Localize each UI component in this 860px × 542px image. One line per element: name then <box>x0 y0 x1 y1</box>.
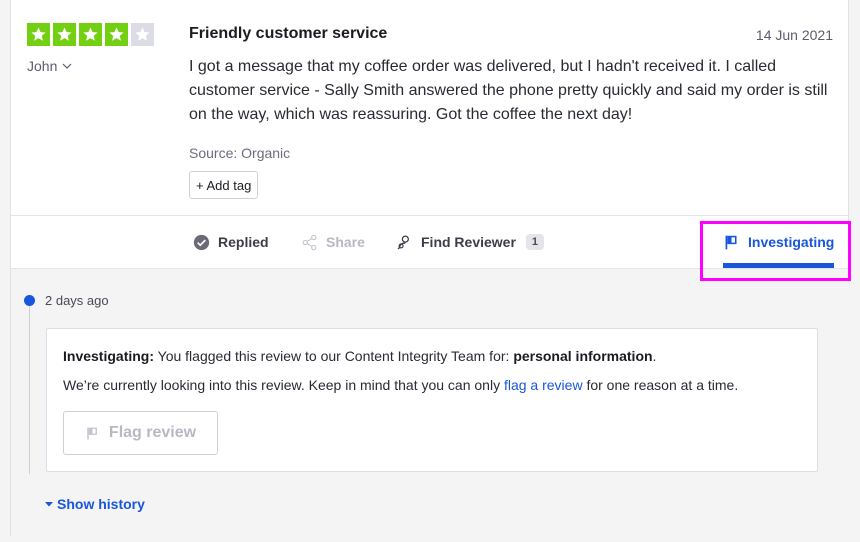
investigating-tab[interactable]: Investigating <box>723 216 834 268</box>
find-reviewer-button[interactable]: Find Reviewer 1 <box>396 216 545 268</box>
review-title: Friendly customer service <box>189 25 388 42</box>
notice-text: You flagged this review to our Content I… <box>157 348 510 364</box>
review-source: Source: Organic <box>189 145 291 161</box>
share-label: Share <box>326 234 365 250</box>
author-menu[interactable]: John <box>27 58 72 74</box>
review-body: I got a message that my coffee order was… <box>189 58 828 123</box>
notice-end: . <box>652 348 657 364</box>
flag-icon <box>87 427 97 439</box>
add-tag-button[interactable]: + Add tag <box>189 171 259 199</box>
caret-down-icon <box>45 502 53 507</box>
user-search-icon <box>397 234 409 249</box>
find-reviewer-count-badge: 1 <box>525 234 545 250</box>
notice-label: Investigating: <box>63 348 155 364</box>
info-text-after: for one reason at a time. <box>586 377 739 393</box>
star-icon <box>27 23 50 46</box>
flag-review-button[interactable]: Flag review <box>63 411 218 455</box>
review-card: John Friendly customer service 14 Jun 20… <box>10 0 850 536</box>
show-history-button[interactable]: Show history <box>45 496 145 512</box>
author-name: John <box>27 58 58 74</box>
replied-label: Replied <box>218 234 269 250</box>
flag-icon <box>725 235 737 249</box>
find-reviewer-label: Find Reviewer <box>421 234 516 250</box>
star-icon <box>131 23 154 46</box>
review-timeline: 2 days ago Investigating: You flagged th… <box>11 269 850 536</box>
check-circle-icon <box>193 234 210 250</box>
review-date: 14 Jun 2021 <box>755 27 833 43</box>
star-icon <box>105 23 128 46</box>
info-text-before: We’re currently looking into this review… <box>63 377 501 393</box>
flag-review-link[interactable]: flag a review <box>504 377 583 393</box>
review-content: John Friendly customer service 14 Jun 20… <box>11 0 850 215</box>
star-icon <box>53 23 76 46</box>
notice-info: We’re currently looking into this review… <box>63 377 738 393</box>
share-button[interactable]: Share <box>301 216 365 268</box>
notice-reason: personal information <box>513 348 653 364</box>
active-tab-indicator <box>723 263 834 268</box>
share-icon <box>302 234 317 250</box>
notice-message: Investigating: You flagged this review t… <box>63 348 656 364</box>
timeline-dot <box>24 295 35 306</box>
show-history-label: Show history <box>57 496 145 512</box>
chevron-down-icon <box>62 63 72 69</box>
star-rating <box>27 23 154 46</box>
review-actions: Replied Share Find Reviewer 1 Investigat… <box>11 215 850 269</box>
timeline-line <box>29 306 30 474</box>
star-icon <box>79 23 102 46</box>
timeline-time: 2 days ago <box>45 293 109 308</box>
flag-review-label: Flag review <box>108 424 197 441</box>
replied-button[interactable]: Replied <box>193 216 269 268</box>
investigating-notice: Investigating: You flagged this review t… <box>46 328 818 472</box>
investigating-label: Investigating <box>748 234 835 250</box>
